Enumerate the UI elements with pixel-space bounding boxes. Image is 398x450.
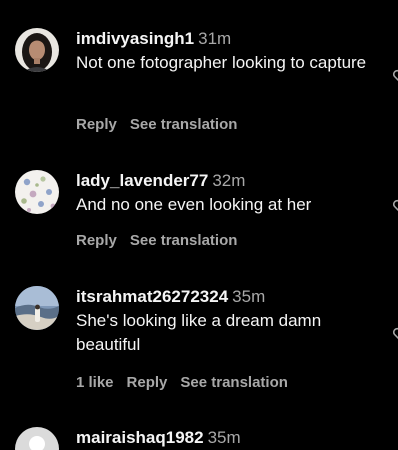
comment-timestamp: 35m bbox=[232, 287, 266, 306]
comment-username[interactable]: mairaishaq1982 bbox=[76, 428, 204, 447]
woman-portrait-avatar-icon bbox=[15, 28, 59, 72]
see-translation-button[interactable]: See translation bbox=[180, 374, 288, 391]
comment-actions: Reply See translation bbox=[76, 115, 250, 135]
reply-button[interactable]: Reply bbox=[76, 232, 117, 249]
landscape-photo-avatar-icon bbox=[15, 286, 59, 330]
comment-timestamp: 31m bbox=[198, 29, 232, 48]
comment-text: Not one fotographer looking to capture bbox=[76, 53, 367, 72]
comment-timestamp: 32m bbox=[212, 171, 246, 190]
reply-button[interactable]: Reply bbox=[76, 116, 117, 133]
avatar[interactable] bbox=[15, 286, 59, 330]
comment-actions: Reply See translation bbox=[76, 231, 250, 251]
reply-button[interactable]: Reply bbox=[127, 374, 168, 391]
avatar[interactable] bbox=[15, 427, 59, 450]
like-count[interactable]: 1 like bbox=[76, 374, 114, 391]
comment-timestamp: 35m bbox=[207, 428, 241, 447]
comment-username[interactable]: imdivyasingh1 bbox=[76, 29, 194, 48]
comment-content: mairaishaq1982 35m bbox=[76, 427, 376, 449]
comment-content: imdivyasingh1 31m Not one fotographer loo… bbox=[76, 28, 376, 75]
comment-actions: 1 like Reply See translation bbox=[76, 373, 301, 393]
comment-text: And no one even looking at her bbox=[76, 195, 312, 214]
avatar[interactable] bbox=[15, 28, 59, 72]
avatar[interactable] bbox=[15, 170, 59, 214]
comment-content: itsrahmat26272324 35m She's looking like … bbox=[76, 286, 376, 357]
default-user-avatar-icon bbox=[15, 427, 59, 450]
floral-pattern-avatar-icon bbox=[15, 170, 59, 214]
see-translation-button[interactable]: See translation bbox=[130, 116, 238, 133]
heart-outline-icon[interactable] bbox=[392, 198, 398, 214]
comment-username[interactable]: lady_lavender77 bbox=[76, 171, 208, 190]
see-translation-button[interactable]: See translation bbox=[130, 232, 238, 249]
comment-content: lady_lavender77 32m And no one even looki… bbox=[76, 170, 376, 217]
heart-outline-icon[interactable] bbox=[392, 68, 398, 84]
comment-username[interactable]: itsrahmat26272324 bbox=[76, 287, 228, 306]
comment-text: She's looking like a dream damn beautifu… bbox=[76, 311, 322, 354]
heart-outline-icon[interactable] bbox=[392, 326, 398, 342]
